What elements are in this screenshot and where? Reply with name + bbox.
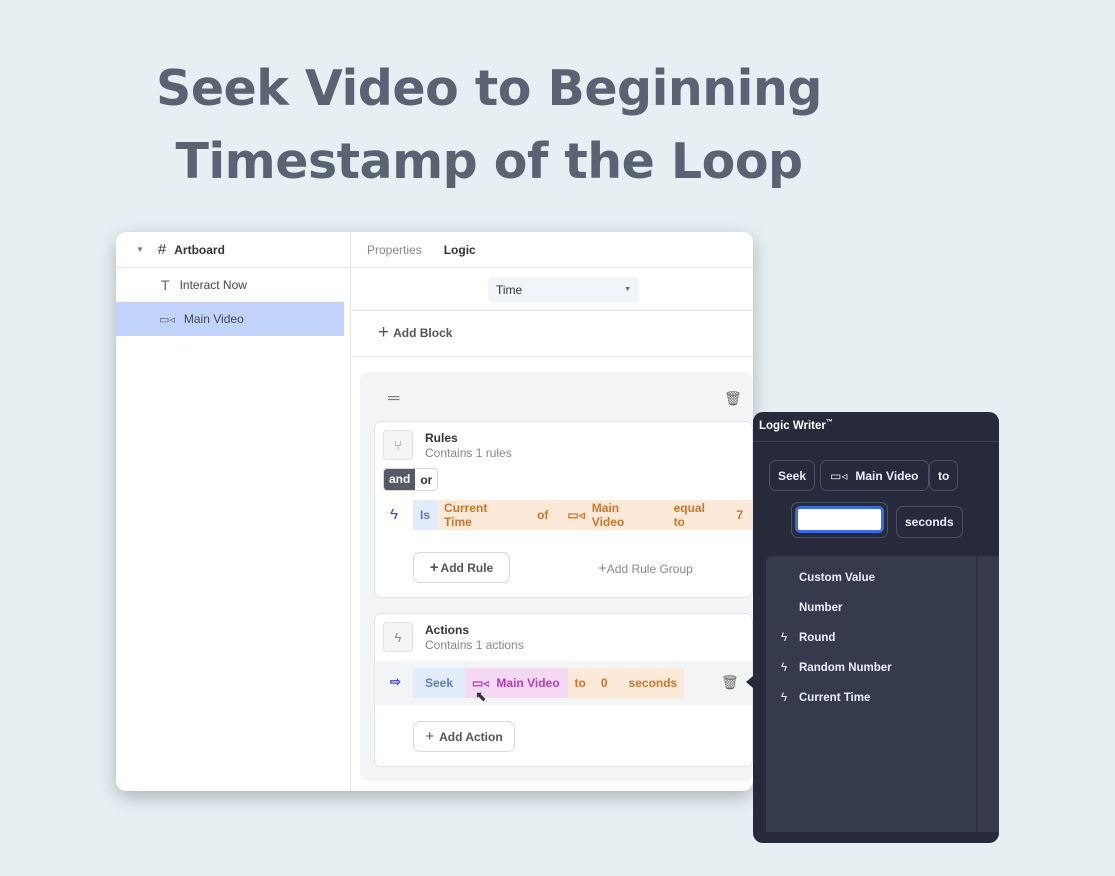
- add-rule-group-button[interactable]: + Add Rule Group: [598, 560, 693, 577]
- chip-seconds: seconds: [896, 506, 963, 538]
- rule-property[interactable]: Current Time: [437, 500, 531, 530]
- chip-seek[interactable]: Seek: [769, 460, 816, 491]
- trash-icon[interactable]: 🗑: [724, 390, 742, 407]
- action-to: to: [567, 668, 594, 698]
- label: Current Time: [799, 692, 871, 704]
- rule-operator[interactable]: equal to: [666, 500, 730, 530]
- title-text: Logic Writer: [759, 419, 826, 432]
- lightning-icon: ϟ: [383, 622, 413, 652]
- label: Add Rule: [440, 560, 494, 575]
- trigger-select[interactable]: Time ▼: [488, 277, 639, 302]
- label: Number: [799, 602, 843, 614]
- rules-card: ⑂ Rules Contains 1 rules and or ϟ Is Cur…: [374, 421, 753, 598]
- layer-main-video[interactable]: ▭◃ Main Video: [116, 302, 344, 336]
- option-random-number[interactable]: ϟ Random Number: [781, 653, 971, 683]
- action-row[interactable]: ⇨ Seek ▭◃ Main Video to 0 seconds 🗑: [375, 661, 752, 705]
- layer-artboard[interactable]: ▼ # Artboard: [116, 232, 350, 268]
- and-or-toggle: and or: [383, 468, 439, 491]
- logic-writer-panel: Logic Writer™ Seek ▭◃ Main Video to secon…: [753, 412, 999, 843]
- action-unit: seconds: [621, 668, 685, 698]
- logic-panel: Properties Logic Time ▼ + Add Block ═ 🗑 ⑂…: [352, 232, 753, 791]
- plus-icon: +: [378, 322, 390, 343]
- divider: [352, 310, 753, 311]
- label: Add Block: [393, 326, 453, 340]
- actions-title: Actions: [425, 623, 470, 637]
- caret-down-icon: ▼: [624, 286, 631, 293]
- divider: [753, 441, 999, 442]
- logic-writer-title: Logic Writer™: [759, 419, 833, 432]
- video-icon: ▭◃: [560, 500, 585, 530]
- label: Random Number: [799, 662, 892, 674]
- and-option[interactable]: and: [384, 469, 416, 490]
- action-target[interactable]: Main Video: [489, 668, 568, 698]
- layer-label: Artboard: [174, 242, 225, 257]
- tab-logic[interactable]: Logic: [444, 243, 476, 257]
- rules-subtitle: Contains 1 rules: [425, 446, 512, 460]
- editor-window: ▼ # Artboard T Interact Now ▭◃ Main Vide…: [116, 232, 753, 791]
- chip-to: to: [929, 460, 959, 491]
- rule-target[interactable]: Main Video: [584, 500, 667, 530]
- popover-pointer: [746, 676, 753, 688]
- lightning-icon: ϟ: [390, 506, 398, 523]
- rules-title: Rules: [425, 431, 458, 445]
- tab-properties[interactable]: Properties: [367, 243, 422, 257]
- divider: [352, 356, 753, 357]
- rule-row[interactable]: Is Current Time of ▭◃ Main Video equal t…: [413, 500, 753, 530]
- label: Add Rule Group: [606, 561, 693, 576]
- action-value[interactable]: 0: [593, 668, 622, 698]
- chip-target[interactable]: ▭◃ Main Video: [820, 460, 929, 491]
- plus-icon: +: [425, 728, 435, 745]
- value-input-wrap: [791, 502, 888, 538]
- trash-icon[interactable]: 🗑: [721, 674, 739, 691]
- value-options-list: Custom Value Number ϟ Round ϟ Random Numbe…: [766, 556, 999, 832]
- caret-down-icon[interactable]: ▼: [136, 245, 144, 254]
- mouse-cursor-icon: ⬉: [475, 688, 487, 704]
- rule-of: of: [530, 500, 561, 530]
- drag-handle-icon[interactable]: ═: [388, 390, 399, 408]
- rule-is[interactable]: Is: [413, 500, 438, 530]
- option-round[interactable]: ϟ Round: [781, 623, 971, 653]
- action-verb[interactable]: Seek: [413, 668, 466, 698]
- logic-block: ═ 🗑 ⑂ Rules Contains 1 rules and or ϟ Is…: [360, 372, 753, 781]
- select-value: Time: [496, 282, 523, 297]
- value-input[interactable]: [795, 506, 884, 533]
- layers-sidebar: ▼ # Artboard T Interact Now ▭◃ Main Vide…: [116, 232, 351, 791]
- layer-label: Interact Now: [179, 278, 247, 292]
- frame-icon: #: [157, 241, 167, 258]
- title-line-2: Timestamp of the Loop: [175, 133, 803, 190]
- plus-icon: +: [598, 560, 607, 577]
- page-title: Seek Video to Beginning Timestamp of the …: [0, 52, 978, 198]
- seek-icon: ⇨: [390, 674, 401, 689]
- video-icon: ▭◃: [159, 313, 175, 326]
- actions-subtitle: Contains 1 actions: [425, 638, 524, 652]
- option-current-time[interactable]: ϟ Current Time: [781, 683, 971, 713]
- layer-interact-now[interactable]: T Interact Now: [116, 268, 350, 302]
- add-block-button[interactable]: + Add Block: [378, 322, 452, 344]
- lightning-icon: ϟ: [781, 632, 788, 644]
- add-action-button[interactable]: + Add Action: [413, 721, 515, 752]
- layer-label: Main Video: [183, 312, 244, 326]
- lightning-icon: ϟ: [781, 662, 788, 674]
- rule-value[interactable]: 7: [729, 500, 753, 530]
- scrollbar-divider: [976, 556, 977, 832]
- video-icon: ▭◃: [830, 468, 848, 483]
- lightning-icon: ϟ: [781, 692, 788, 704]
- plus-icon: +: [429, 559, 439, 576]
- branch-icon: ⑂: [383, 430, 413, 460]
- label: Main Video: [855, 468, 919, 483]
- or-option[interactable]: or: [415, 473, 437, 487]
- option-number[interactable]: Number: [781, 593, 971, 623]
- add-rule-button[interactable]: + Add Rule: [413, 552, 510, 583]
- tabs: Properties Logic: [352, 232, 753, 268]
- option-custom-value[interactable]: Custom Value: [781, 563, 971, 593]
- actions-card: ϟ Actions Contains 1 actions ⇨ Seek ▭◃ M…: [374, 613, 753, 767]
- label: Custom Value: [799, 572, 876, 584]
- trademark: ™: [825, 419, 833, 426]
- label: Add Action: [439, 729, 503, 744]
- title-line-1: Seek Video to Beginning: [156, 60, 822, 117]
- label: Round: [799, 632, 836, 644]
- text-icon: T: [161, 277, 170, 293]
